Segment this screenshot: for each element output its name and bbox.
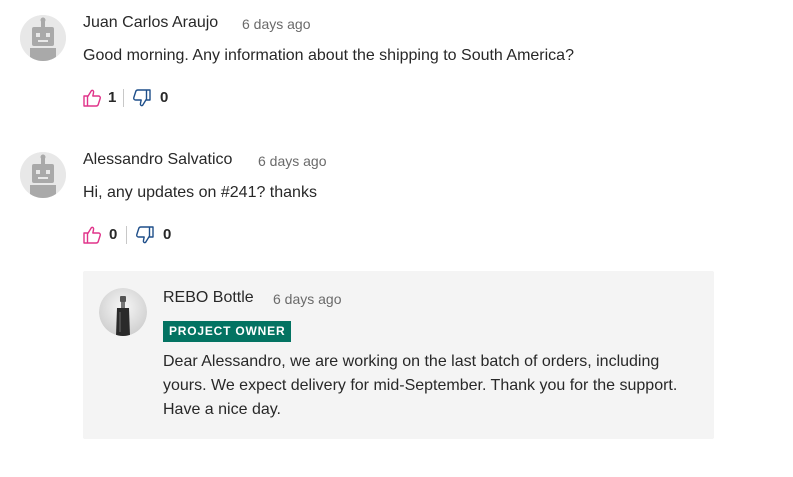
comment-timestamp: 6 days ago	[242, 16, 311, 32]
thumbs-up-icon	[83, 226, 101, 244]
comment-author[interactable]: Alessandro Salvatico	[83, 151, 232, 169]
comment-text: Hi, any updates on #241? thanks	[83, 184, 317, 201]
reply-text: Dear Alessandro, we are working on the l…	[163, 353, 678, 418]
thumbs-down-icon	[133, 89, 151, 107]
like-button[interactable]: 0	[82, 224, 120, 246]
bottle-avatar-icon[interactable]	[99, 288, 147, 336]
vote-divider	[123, 89, 124, 107]
comment-text: Good morning. Any information about the …	[83, 47, 574, 64]
reply-box: REBO Bottle 6 days ago PROJECT OWNER Dea…	[83, 271, 714, 439]
dislike-count: 0	[160, 89, 169, 106]
dislike-button[interactable]: 0	[135, 224, 175, 246]
vote-bar: 0 0	[82, 224, 182, 246]
like-count: 1	[108, 89, 117, 106]
thumbs-up-icon	[83, 89, 101, 107]
reply-author[interactable]: REBO Bottle	[163, 289, 254, 307]
dislike-button[interactable]: 0	[132, 87, 172, 109]
vote-bar: 1 0	[82, 87, 182, 109]
like-button[interactable]: 1	[82, 87, 118, 109]
robot-avatar-icon[interactable]	[20, 15, 66, 61]
project-owner-badge: PROJECT OWNER	[163, 321, 292, 342]
comment-author[interactable]: Juan Carlos Araujo	[83, 14, 218, 32]
vote-divider	[126, 226, 127, 244]
reply-timestamp: 6 days ago	[273, 291, 342, 307]
like-count: 0	[109, 226, 118, 243]
thumbs-down-icon	[136, 226, 154, 244]
dislike-count: 0	[163, 226, 172, 243]
comment-timestamp: 6 days ago	[258, 153, 327, 169]
robot-avatar-icon[interactable]	[20, 152, 66, 198]
